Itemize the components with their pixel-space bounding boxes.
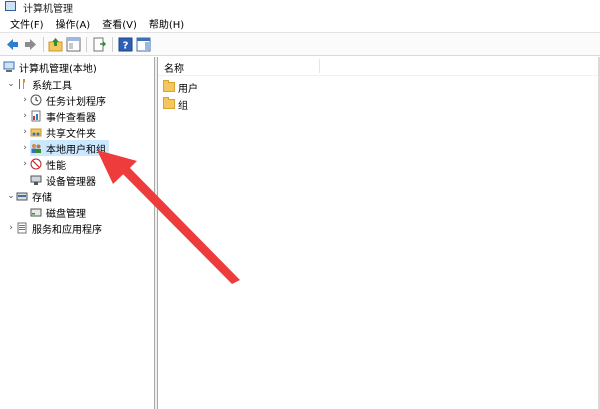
chevron-down-icon[interactable]: ⌄: [6, 188, 16, 204]
computer-management-app-icon: [5, 1, 16, 11]
column-divider[interactable]: [319, 59, 320, 73]
tree-item-label: 磁盘管理: [46, 208, 86, 220]
tree-item-device-manager[interactable]: 设备管理器: [30, 172, 99, 188]
tree-item-shared-folders[interactable]: › 共享文件夹: [20, 124, 99, 140]
console-tree-pane[interactable]: 计算机管理(本地) ⌄ 系统工具 › 任务计划程序 › 事件查看器 › 共享文件…: [0, 57, 155, 409]
tree-item-label: 设备管理器: [46, 176, 96, 188]
up-folder-icon[interactable]: [48, 37, 63, 52]
chevron-right-icon[interactable]: ›: [6, 220, 16, 236]
details-pane[interactable]: 名称 用户 组: [158, 57, 600, 409]
tree-item-label: 共享文件夹: [46, 128, 96, 140]
shared-folder-icon: [30, 126, 42, 138]
chevron-right-icon[interactable]: ›: [20, 108, 30, 124]
menu-bar: 文件(F) 操作(A) 查看(V) 帮助(H): [0, 14, 600, 32]
toolbar-separator: [86, 37, 87, 52]
toolbar-separator: [112, 37, 113, 52]
services-icon: [16, 222, 28, 234]
show-action-pane-icon[interactable]: [136, 37, 151, 52]
disk-icon: [30, 206, 42, 218]
storage-icon: [16, 190, 28, 202]
forward-arrow-icon[interactable]: [23, 37, 38, 52]
tree-item-label: 性能: [46, 160, 66, 172]
tree-item-storage[interactable]: ⌄ 存储: [6, 188, 55, 204]
tree-item-disk-management[interactable]: 磁盘管理: [30, 204, 89, 220]
list-item-groups[interactable]: 组: [163, 96, 188, 112]
menu-view[interactable]: 查看(V): [102, 16, 137, 31]
chevron-right-icon[interactable]: ›: [20, 92, 30, 108]
tree-item-task-scheduler[interactable]: › 任务计划程序: [20, 92, 109, 108]
tools-icon: [16, 78, 28, 90]
export-list-icon[interactable]: [92, 37, 107, 52]
tree-item-event-viewer[interactable]: › 事件查看器: [20, 108, 99, 124]
back-arrow-icon[interactable]: [5, 37, 20, 52]
chevron-right-icon[interactable]: ›: [20, 140, 30, 156]
chevron-right-icon[interactable]: ›: [20, 124, 30, 140]
toolbar: ?: [0, 32, 600, 56]
list-column-header: 名称: [158, 57, 600, 76]
list-item-label: 组: [178, 100, 188, 112]
menu-action[interactable]: 操作(A): [56, 16, 91, 31]
title-bar: 计算机管理: [0, 0, 600, 14]
computer-management-icon: [3, 61, 15, 73]
tree-item-label: 本地用户和组: [46, 144, 106, 156]
tree-item-computer-management[interactable]: 计算机管理(本地): [3, 59, 100, 75]
folder-icon: [163, 97, 175, 109]
chevron-down-icon[interactable]: ⌄: [6, 76, 16, 92]
performance-icon: [30, 158, 42, 170]
tree-item-performance[interactable]: › 性能: [20, 156, 69, 172]
toolbar-separator: [43, 37, 44, 52]
window-title: 计算机管理: [23, 4, 73, 14]
tree-item-label: 任务计划程序: [46, 96, 106, 108]
folder-icon: [163, 80, 175, 92]
menu-help[interactable]: 帮助(H): [149, 16, 184, 31]
tree-item-label: 计算机管理(本地): [19, 63, 97, 75]
tree-item-system-tools[interactable]: ⌄ 系统工具: [6, 76, 75, 92]
tree-item-label: 事件查看器: [46, 112, 96, 124]
clock-icon: [30, 94, 42, 106]
tree-item-label: 存储: [32, 192, 52, 204]
device-manager-icon: [30, 174, 42, 186]
help-icon[interactable]: ?: [118, 37, 133, 52]
column-header-name[interactable]: 名称: [164, 60, 184, 75]
list-item-label: 用户: [178, 83, 198, 95]
tree-item-local-users-and-groups[interactable]: › 本地用户和组: [20, 140, 109, 156]
chevron-right-icon[interactable]: ›: [20, 156, 30, 172]
show-console-tree-icon[interactable]: [66, 37, 81, 52]
tree-item-services-and-applications[interactable]: › 服务和应用程序: [6, 220, 105, 236]
list-item-users[interactable]: 用户: [163, 79, 198, 95]
svg-text:?: ?: [123, 41, 129, 52]
tree-item-label: 系统工具: [32, 80, 72, 92]
users-icon: [30, 142, 42, 154]
tree-item-label: 服务和应用程序: [32, 224, 102, 236]
event-log-icon: [30, 110, 42, 122]
menu-file[interactable]: 文件(F): [10, 16, 44, 31]
